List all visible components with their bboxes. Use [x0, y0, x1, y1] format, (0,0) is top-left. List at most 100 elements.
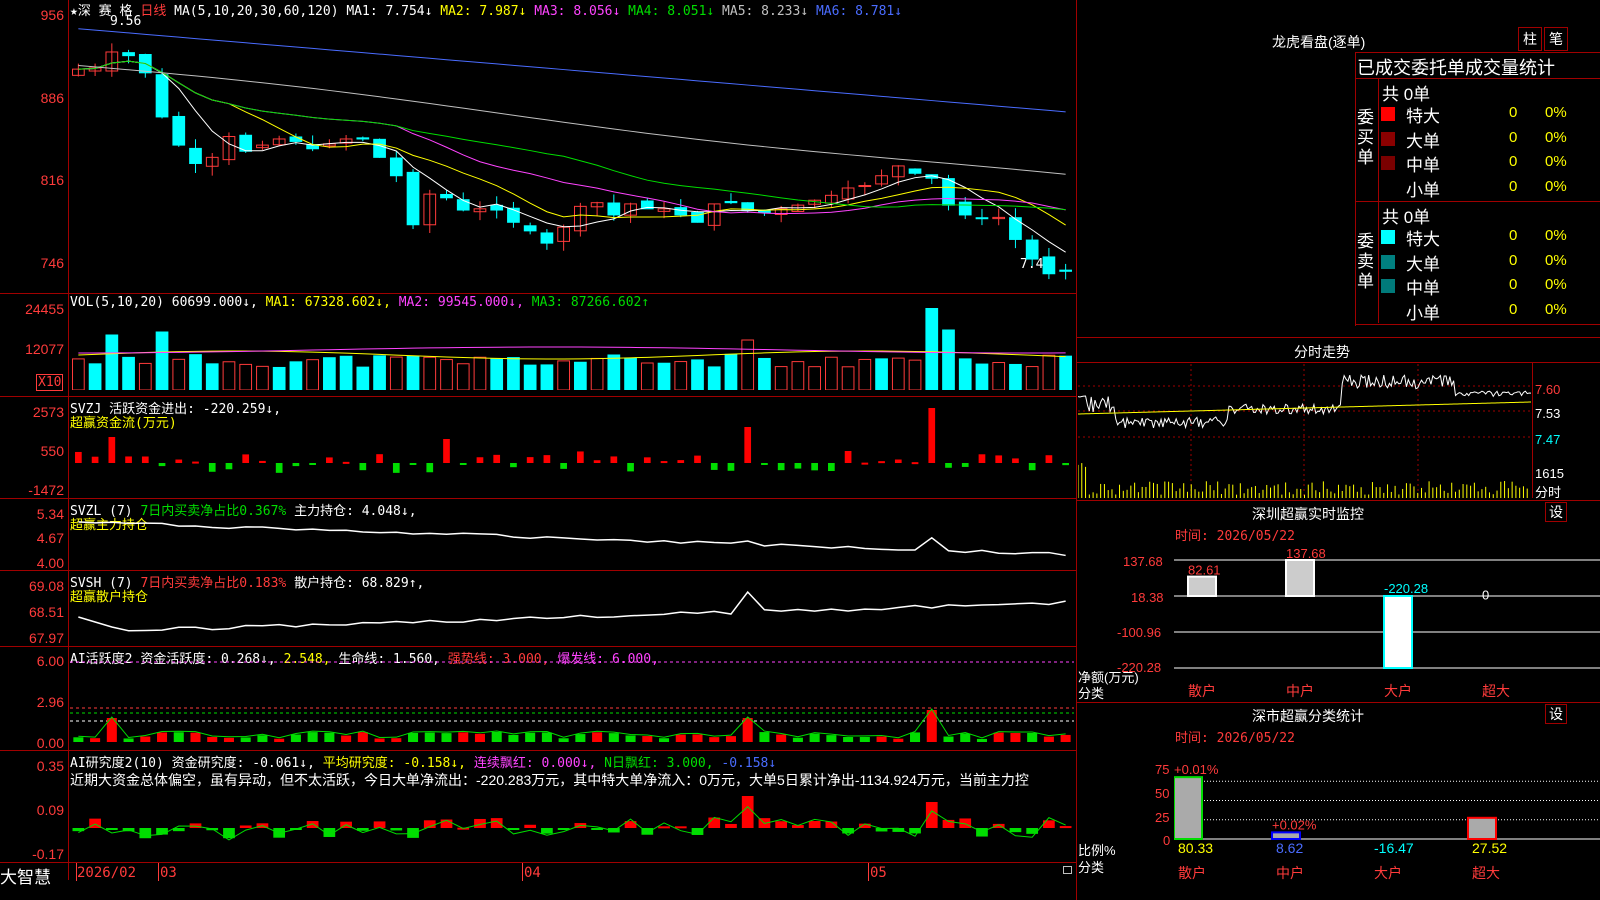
y-label: 5.34	[36, 506, 64, 522]
research-bar	[658, 826, 670, 829]
activity-bar	[675, 734, 686, 742]
bar-value-label: -220.28	[1384, 581, 1428, 596]
activity-bar	[976, 738, 987, 742]
sell-color-swatch	[1381, 230, 1395, 244]
research-bar	[808, 821, 821, 828]
volume-bar	[624, 357, 637, 390]
svzl-chart[interactable]	[70, 500, 1074, 568]
money-flow-bar	[476, 457, 484, 463]
category-label: 散户	[1188, 683, 1216, 699]
activity-bar	[123, 738, 134, 742]
ratio-bar	[1174, 776, 1203, 840]
svzj-chart[interactable]	[70, 400, 1074, 496]
volume-bar	[306, 359, 319, 390]
volume-bar	[891, 357, 905, 390]
candle-body	[858, 185, 872, 188]
classify-chart[interactable]: +0.01% 80.33 散户 +0.02% 8.62 中户 -16.47 大户 27.52 超大	[1174, 742, 1600, 900]
money-flow-bar	[878, 461, 885, 464]
x-label-month: 05	[870, 865, 887, 881]
sell-row-pct: 0%	[1545, 227, 1567, 244]
money-flow-bar	[75, 451, 82, 463]
intraday-title: 分时走势	[1294, 344, 1350, 360]
research-bar	[541, 828, 553, 834]
monitor-chart[interactable]: 82.61 散户 137.68 中户 -220.28 大户 0 超大	[1174, 540, 1600, 700]
volume-bar	[875, 358, 888, 390]
net-bar	[1285, 559, 1315, 597]
volume-bar	[674, 361, 688, 390]
divider	[1077, 702, 1600, 703]
candle-body	[674, 207, 688, 216]
y-label: 956	[40, 7, 64, 23]
money-flow-bar	[275, 463, 283, 473]
ai-research-chart[interactable]	[70, 790, 1074, 860]
ai-research-name: AI研究度2(10)	[70, 756, 164, 771]
svsh-chart[interactable]	[70, 572, 1074, 644]
monitor-settings-button[interactable]: 设	[1545, 502, 1567, 522]
pen-mode-button[interactable]: 笔	[1544, 27, 1568, 51]
activity-bar	[692, 734, 703, 742]
money-flow-bar	[1062, 463, 1069, 466]
money-flow-bar	[359, 463, 367, 471]
monitor-y-label: 18.38	[1131, 590, 1164, 605]
volume-chart[interactable]	[70, 308, 1074, 390]
kline-chart[interactable]	[70, 14, 1074, 286]
activity-bar	[257, 735, 268, 742]
ai-research-header: AI研究度2(10) 资金研究度: -0.061↓, 平均研究度: -0.158…	[70, 752, 776, 771]
activity-bar	[859, 736, 870, 742]
activity-bar	[441, 733, 452, 742]
money-flow-bar	[108, 437, 116, 463]
ai-active-chart[interactable]	[70, 650, 1074, 748]
y-label: 2.96	[36, 694, 64, 710]
divider	[0, 862, 1076, 863]
research-bar	[390, 828, 403, 831]
monitor-x-unit: 分类	[1078, 686, 1105, 701]
intraday-chart[interactable]	[1078, 364, 1531, 498]
volume-bar	[925, 308, 939, 390]
volume-bar	[440, 359, 453, 390]
money-flow-bar	[844, 451, 852, 463]
category-label: 大户	[1384, 683, 1412, 699]
sell-row-value: 0	[1509, 227, 1518, 244]
activity-bar	[73, 737, 84, 742]
activity-bar	[525, 732, 536, 742]
activity-bar	[608, 733, 619, 742]
classify-y-label: 50	[1155, 786, 1170, 801]
volume-bar	[456, 363, 470, 390]
bar-mode-button[interactable]: 柱	[1518, 27, 1542, 51]
money-flow-bar	[945, 463, 952, 468]
volume-bar	[122, 356, 135, 390]
candle-body	[724, 200, 738, 204]
sell-color-swatch	[1381, 279, 1395, 293]
volume-bar	[1025, 366, 1039, 390]
main-right-border	[1076, 0, 1077, 900]
y-label: 12077	[25, 341, 64, 357]
money-flow-bar	[309, 463, 316, 465]
bar-bottom-label: 27.52	[1472, 840, 1507, 856]
candle-body	[189, 147, 202, 164]
category-label: 中户	[1286, 683, 1314, 699]
activity-bar	[659, 738, 670, 742]
classify-settings-button[interactable]: 设	[1545, 704, 1567, 724]
y-label: 2573	[32, 404, 64, 420]
monitor-y-label: 137.68	[1123, 554, 1163, 569]
classify-x-unit: 分类	[1078, 860, 1105, 875]
stats-tab[interactable]: 已成交委托单成交量统计	[1357, 54, 1555, 80]
divider	[1355, 201, 1600, 202]
activity-bar	[1027, 732, 1038, 742]
activity-bar	[725, 736, 736, 742]
candle-body	[155, 74, 169, 118]
category-label: 中户	[1276, 865, 1304, 881]
ma1-line	[78, 60, 1066, 253]
research-bar	[725, 823, 737, 828]
lock-icon[interactable]	[1063, 866, 1072, 874]
y-label: 68.51	[28, 604, 64, 620]
y-axis-line	[68, 0, 69, 880]
activity-bar	[759, 732, 770, 742]
money-flow-bar	[326, 457, 333, 463]
activity-bar	[843, 737, 854, 742]
money-flow-bar	[593, 460, 601, 463]
volume-bar	[272, 366, 286, 390]
volume-bar	[657, 362, 671, 390]
volume-bar	[389, 356, 403, 390]
volume-bar	[975, 363, 989, 390]
